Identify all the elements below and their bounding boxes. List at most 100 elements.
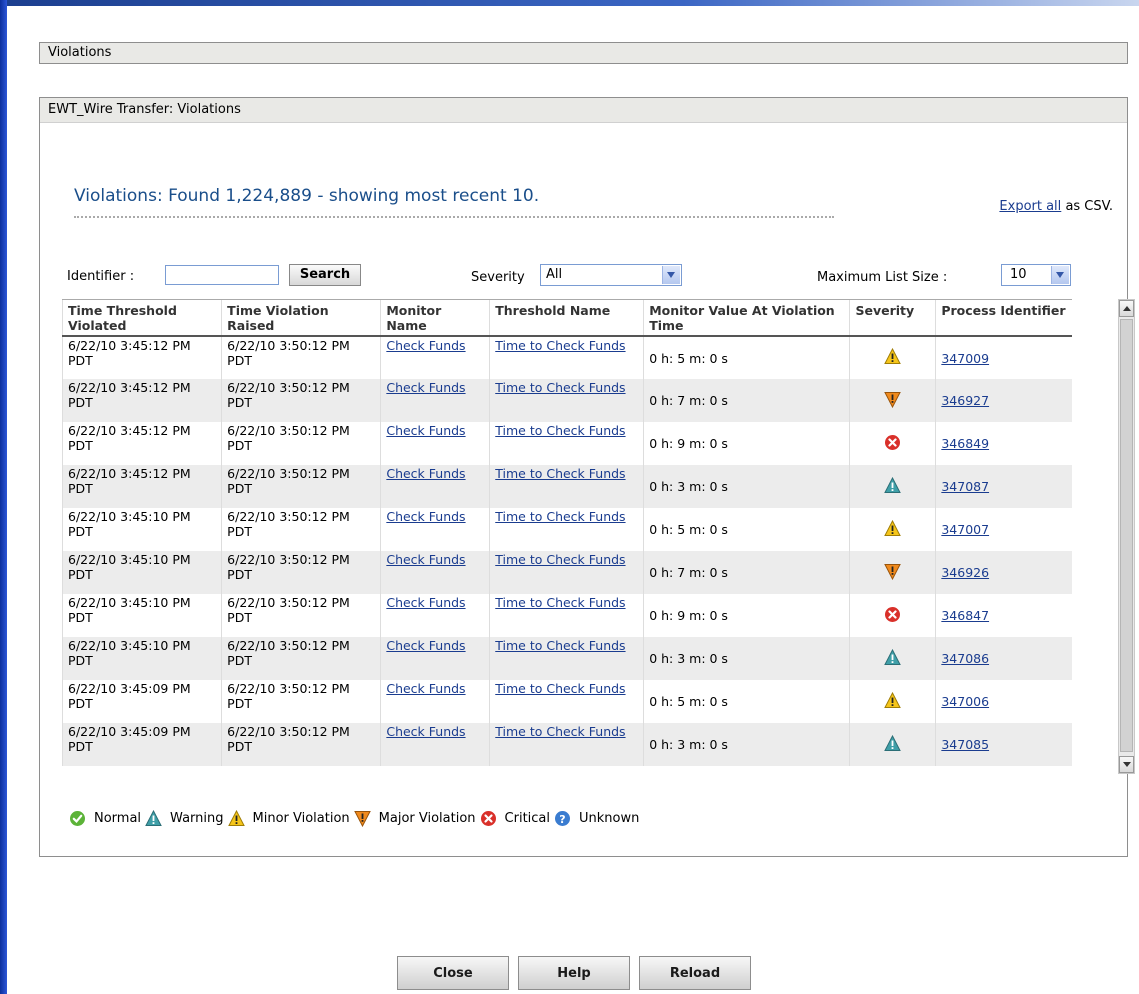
threshold-name-link[interactable]: Time to Check Funds [495,552,625,567]
search-button[interactable]: Search [289,264,361,286]
col-monitor-value[interactable]: Monitor Value At Violation Time [643,299,850,337]
threshold-name-link[interactable]: Time to Check Funds [495,338,625,353]
col-severity[interactable]: Severity [849,299,936,337]
cell-time-violated: 6/22/10 3:45:10 PM PDT [61,637,222,680]
threshold-name-link[interactable]: Time to Check Funds [495,638,625,653]
monitor-name-link[interactable]: Check Funds [386,423,465,438]
threshold-name-link[interactable]: Time to Check Funds [495,466,625,481]
table-scrollbar[interactable] [1118,299,1135,774]
chevron-down-icon[interactable] [662,266,680,284]
process-identifier-link[interactable]: 346849 [941,436,989,451]
cell-time-raised: 6/22/10 3:50:12 PM PDT [221,551,381,594]
cell-monitor-value: 0 h: 3 m: 0 s [643,465,850,508]
critical-x-icon [884,606,901,626]
legend-warning: Warning [145,810,224,827]
violations-table-container: Time Threshold Violated Time Violation R… [61,299,1135,774]
cell-threshold-name: Time to Check Funds [489,465,644,508]
warning-triangle-icon [884,648,902,669]
svg-text:?: ? [559,813,565,826]
cell-threshold-name: Time to Check Funds [489,723,644,766]
threshold-name-link[interactable]: Time to Check Funds [495,681,625,696]
cell-monitor-name: Check Funds [380,379,490,422]
legend-minor: Minor Violation [227,810,350,827]
filter-row: Identifier : Search Severity All Maximum… [67,264,1077,290]
cell-monitor-name: Check Funds [380,723,490,766]
cell-process-identifier: 347006 [935,680,1072,723]
chevron-down-icon[interactable] [1051,266,1069,284]
cell-time-raised: 6/22/10 3:50:12 PM PDT [221,594,381,637]
cell-time-raised: 6/22/10 3:50:12 PM PDT [221,465,381,508]
max-list-size-select[interactable]: 10 [1001,264,1071,286]
severity-legend: Normal Warning Minor Violation Major Vio… [69,810,643,827]
process-identifier-link[interactable]: 347085 [941,737,989,752]
table-row: 6/22/10 3:45:12 PM PDT 6/22/10 3:50:12 P… [61,422,1072,465]
major-violation-icon [884,391,902,411]
cell-threshold-name: Time to Check Funds [489,508,644,551]
process-identifier-link[interactable]: 347007 [941,522,989,537]
process-identifier-link[interactable]: 346847 [941,608,989,623]
scroll-up-icon[interactable] [1119,300,1134,317]
cell-time-violated: 6/22/10 3:45:12 PM PDT [61,336,222,379]
severity-select[interactable]: All [540,264,682,286]
summary-text: Violations: Found 1,224,889 - showing mo… [74,186,540,206]
threshold-name-link[interactable]: Time to Check Funds [495,595,625,610]
cell-time-raised: 6/22/10 3:50:12 PM PDT [221,422,381,465]
col-time-violation-raised[interactable]: Time Violation Raised [221,299,381,337]
monitor-name-link[interactable]: Check Funds [386,638,465,653]
threshold-name-link[interactable]: Time to Check Funds [495,724,625,739]
cell-monitor-name: Check Funds [380,594,490,637]
cell-threshold-name: Time to Check Funds [489,594,644,637]
summary-divider [74,216,834,218]
monitor-name-link[interactable]: Check Funds [386,595,465,610]
cell-severity [849,465,936,508]
process-identifier-link[interactable]: 346926 [941,565,989,580]
cell-threshold-name: Time to Check Funds [489,379,644,422]
cell-monitor-value: 0 h: 9 m: 0 s [643,594,850,637]
threshold-name-link[interactable]: Time to Check Funds [495,423,625,438]
export-all-link[interactable]: Export all [999,199,1061,214]
process-identifier-link[interactable]: 347006 [941,694,989,709]
cell-process-identifier: 346926 [935,551,1072,594]
col-process-identifier[interactable]: Process Identifier [935,299,1072,337]
table-header-row: Time Threshold Violated Time Violation R… [61,299,1072,337]
monitor-name-link[interactable]: Check Funds [386,552,465,567]
process-identifier-link[interactable]: 347009 [941,351,989,366]
legend-normal: Normal [69,810,141,827]
cell-severity [849,594,936,637]
help-button[interactable]: Help [518,956,630,990]
legend-critical: Critical [480,810,550,827]
max-list-size-value: 10 [1010,267,1027,282]
cell-time-raised: 6/22/10 3:50:12 PM PDT [221,336,381,379]
cell-time-violated: 6/22/10 3:45:10 PM PDT [61,551,222,594]
monitor-name-link[interactable]: Check Funds [386,724,465,739]
minor-violation-icon [884,691,902,712]
threshold-name-link[interactable]: Time to Check Funds [495,380,625,395]
col-monitor-name[interactable]: Monitor Name [380,299,490,337]
export-block: Export all as CSV. [999,199,1113,214]
monitor-name-link[interactable]: Check Funds [386,509,465,524]
table-row: 6/22/10 3:45:09 PM PDT 6/22/10 3:50:12 P… [61,723,1072,766]
monitor-name-link[interactable]: Check Funds [386,681,465,696]
process-identifier-link[interactable]: 346927 [941,393,989,408]
table-row: 6/22/10 3:45:12 PM PDT 6/22/10 3:50:12 P… [61,336,1072,379]
identifier-input[interactable] [165,265,279,285]
reload-button[interactable]: Reload [639,956,751,990]
cell-severity [849,551,936,594]
col-threshold-name[interactable]: Threshold Name [489,299,644,337]
table-row: 6/22/10 3:45:10 PM PDT 6/22/10 3:50:12 P… [61,637,1072,680]
cell-monitor-name: Check Funds [380,465,490,508]
col-time-threshold-violated[interactable]: Time Threshold Violated [61,299,222,337]
scroll-down-icon[interactable] [1119,756,1134,773]
threshold-name-link[interactable]: Time to Check Funds [495,509,625,524]
critical-x-icon [480,810,501,827]
monitor-name-link[interactable]: Check Funds [386,466,465,481]
minor-violation-icon [884,347,902,368]
scroll-thumb[interactable] [1120,319,1133,752]
monitor-name-link[interactable]: Check Funds [386,380,465,395]
monitor-name-link[interactable]: Check Funds [386,338,465,353]
process-identifier-link[interactable]: 347086 [941,651,989,666]
process-identifier-link[interactable]: 347087 [941,479,989,494]
cell-monitor-value: 0 h: 7 m: 0 s [643,551,850,594]
close-button[interactable]: Close [397,956,509,990]
cell-process-identifier: 347087 [935,465,1072,508]
